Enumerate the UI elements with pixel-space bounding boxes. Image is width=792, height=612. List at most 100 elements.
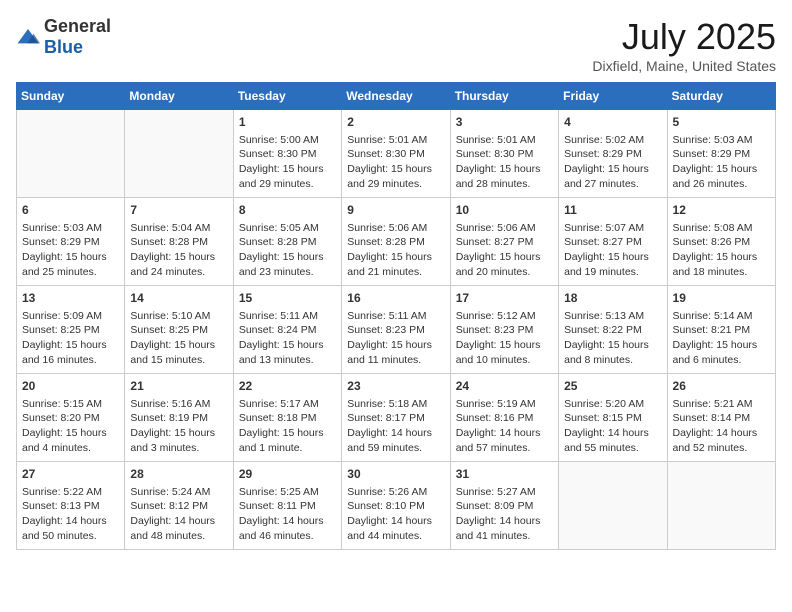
- calendar-cell: 15 Sunrise: 5:11 AM Sunset: 8:24 PM Dayli…: [233, 286, 341, 374]
- day-number: 18: [564, 290, 661, 307]
- day-info: Sunrise: 5:03 AM Sunset: 8:29 PM Dayligh…: [673, 133, 770, 192]
- calendar-cell: 20 Sunrise: 5:15 AM Sunset: 8:20 PM Dayli…: [17, 374, 125, 462]
- day-number: 5: [673, 114, 770, 131]
- day-number: 21: [130, 378, 227, 395]
- day-number: 4: [564, 114, 661, 131]
- calendar-cell: 1 Sunrise: 5:00 AM Sunset: 8:30 PM Daylig…: [233, 110, 341, 198]
- day-info: Sunrise: 5:25 AM Sunset: 8:11 PM Dayligh…: [239, 485, 336, 544]
- logo-blue: Blue: [44, 37, 83, 57]
- day-info: Sunrise: 5:14 AM Sunset: 8:21 PM Dayligh…: [673, 309, 770, 368]
- calendar-cell: 6 Sunrise: 5:03 AM Sunset: 8:29 PM Daylig…: [17, 198, 125, 286]
- title-area: July 2025 Dixfield, Maine, United States: [592, 16, 776, 74]
- day-number: 11: [564, 202, 661, 219]
- day-info: Sunrise: 5:08 AM Sunset: 8:26 PM Dayligh…: [673, 221, 770, 280]
- day-info: Sunrise: 5:02 AM Sunset: 8:29 PM Dayligh…: [564, 133, 661, 192]
- calendar-cell: [667, 462, 775, 550]
- day-number: 27: [22, 466, 119, 483]
- calendar-cell: 13 Sunrise: 5:09 AM Sunset: 8:25 PM Dayli…: [17, 286, 125, 374]
- weekday-header-monday: Monday: [125, 83, 233, 110]
- calendar-cell: 19 Sunrise: 5:14 AM Sunset: 8:21 PM Dayli…: [667, 286, 775, 374]
- calendar-cell: 21Sunrise: 5:16 AM Sunset: 8:19 PM Dayli…: [125, 374, 233, 462]
- day-number: 15: [239, 290, 336, 307]
- day-number: 8: [239, 202, 336, 219]
- calendar-cell: 23 Sunrise: 5:18 AM Sunset: 8:17 PM Dayli…: [342, 374, 450, 462]
- day-info: Sunrise: 5:12 AM Sunset: 8:23 PM Dayligh…: [456, 309, 553, 368]
- day-info: Sunrise: 5:22 AM Sunset: 8:13 PM Dayligh…: [22, 485, 119, 544]
- day-info: Sunrise: 5:04 AM Sunset: 8:28 PM Dayligh…: [130, 221, 227, 280]
- calendar-cell: 5 Sunrise: 5:03 AM Sunset: 8:29 PM Daylig…: [667, 110, 775, 198]
- logo: General Blue: [16, 16, 111, 58]
- day-info: Sunrise: 5:13 AM Sunset: 8:22 PM Dayligh…: [564, 309, 661, 368]
- calendar-header: SundayMondayTuesdayWednesdayThursdayFrid…: [17, 83, 776, 110]
- day-number: 22: [239, 378, 336, 395]
- calendar-cell: 18 Sunrise: 5:13 AM Sunset: 8:22 PM Dayli…: [559, 286, 667, 374]
- calendar-cell: 29 Sunrise: 5:25 AM Sunset: 8:11 PM Dayli…: [233, 462, 341, 550]
- calendar-cell: 16 Sunrise: 5:11 AM Sunset: 8:23 PM Dayli…: [342, 286, 450, 374]
- day-number: 10: [456, 202, 553, 219]
- day-info: Sunrise: 5:06 AM Sunset: 8:27 PM Dayligh…: [456, 221, 553, 280]
- day-number: 25: [564, 378, 661, 395]
- day-number: 1: [239, 114, 336, 131]
- day-info: Sunrise: 5:15 AM Sunset: 8:20 PM Dayligh…: [22, 397, 119, 456]
- day-info: Sunrise: 5:18 AM Sunset: 8:17 PM Dayligh…: [347, 397, 444, 456]
- calendar-cell: [17, 110, 125, 198]
- day-info: Sunrise: 5:24 AM Sunset: 8:12 PM Dayligh…: [130, 485, 227, 544]
- day-info: Sunrise: 5:26 AM Sunset: 8:10 PM Dayligh…: [347, 485, 444, 544]
- day-info: Sunrise: 5:06 AM Sunset: 8:28 PM Dayligh…: [347, 221, 444, 280]
- calendar-cell: 22 Sunrise: 5:17 AM Sunset: 8:18 PM Dayli…: [233, 374, 341, 462]
- calendar-cell: 17Sunrise: 5:12 AM Sunset: 8:23 PM Dayli…: [450, 286, 558, 374]
- day-number: 12: [673, 202, 770, 219]
- day-number: 24: [456, 378, 553, 395]
- calendar-cell: 27 Sunrise: 5:22 AM Sunset: 8:13 PM Dayli…: [17, 462, 125, 550]
- calendar-cell: 31Sunrise: 5:27 AM Sunset: 8:09 PM Dayli…: [450, 462, 558, 550]
- calendar-cell: 7 Sunrise: 5:04 AM Sunset: 8:28 PM Daylig…: [125, 198, 233, 286]
- day-number: 23: [347, 378, 444, 395]
- day-number: 19: [673, 290, 770, 307]
- day-info: Sunrise: 5:01 AM Sunset: 8:30 PM Dayligh…: [456, 133, 553, 192]
- day-number: 2: [347, 114, 444, 131]
- day-info: Sunrise: 5:10 AM Sunset: 8:25 PM Dayligh…: [130, 309, 227, 368]
- day-number: 3: [456, 114, 553, 131]
- day-info: Sunrise: 5:09 AM Sunset: 8:25 PM Dayligh…: [22, 309, 119, 368]
- calendar-cell: 10 Sunrise: 5:06 AM Sunset: 8:27 PM Dayli…: [450, 198, 558, 286]
- day-info: Sunrise: 5:11 AM Sunset: 8:24 PM Dayligh…: [239, 309, 336, 368]
- day-info: Sunrise: 5:17 AM Sunset: 8:18 PM Dayligh…: [239, 397, 336, 456]
- calendar-cell: 30 Sunrise: 5:26 AM Sunset: 8:10 PM Dayli…: [342, 462, 450, 550]
- day-number: 20: [22, 378, 119, 395]
- calendar-cell: 9Sunrise: 5:06 AM Sunset: 8:28 PM Daylig…: [342, 198, 450, 286]
- day-number: 31: [456, 466, 553, 483]
- day-number: 13: [22, 290, 119, 307]
- logo-general: General: [44, 16, 111, 36]
- page-header: General Blue July 2025 Dixfield, Maine, …: [16, 16, 776, 74]
- calendar-cell: 3 Sunrise: 5:01 AM Sunset: 8:30 PM Daylig…: [450, 110, 558, 198]
- calendar-cell: 26 Sunrise: 5:21 AM Sunset: 8:14 PM Dayli…: [667, 374, 775, 462]
- day-info: Sunrise: 5:21 AM Sunset: 8:14 PM Dayligh…: [673, 397, 770, 456]
- calendar-cell: 2 Sunrise: 5:01 AM Sunset: 8:30 PM Daylig…: [342, 110, 450, 198]
- day-number: 26: [673, 378, 770, 395]
- day-info: Sunrise: 5:01 AM Sunset: 8:30 PM Dayligh…: [347, 133, 444, 192]
- day-info: Sunrise: 5:20 AM Sunset: 8:15 PM Dayligh…: [564, 397, 661, 456]
- day-number: 6: [22, 202, 119, 219]
- day-info: Sunrise: 5:05 AM Sunset: 8:28 PM Dayligh…: [239, 221, 336, 280]
- day-info: Sunrise: 5:03 AM Sunset: 8:29 PM Dayligh…: [22, 221, 119, 280]
- day-number: 30: [347, 466, 444, 483]
- calendar-cell: 25 Sunrise: 5:20 AM Sunset: 8:15 PM Dayli…: [559, 374, 667, 462]
- day-number: 7: [130, 202, 227, 219]
- weekday-header-tuesday: Tuesday: [233, 83, 341, 110]
- day-number: 16: [347, 290, 444, 307]
- calendar-cell: [559, 462, 667, 550]
- day-info: Sunrise: 5:11 AM Sunset: 8:23 PM Dayligh…: [347, 309, 444, 368]
- day-info: Sunrise: 5:00 AM Sunset: 8:30 PM Dayligh…: [239, 133, 336, 192]
- weekday-header-thursday: Thursday: [450, 83, 558, 110]
- calendar-cell: 14 Sunrise: 5:10 AM Sunset: 8:25 PM Dayli…: [125, 286, 233, 374]
- day-info: Sunrise: 5:07 AM Sunset: 8:27 PM Dayligh…: [564, 221, 661, 280]
- calendar-cell: 24Sunrise: 5:19 AM Sunset: 8:16 PM Dayli…: [450, 374, 558, 462]
- weekday-header-saturday: Saturday: [667, 83, 775, 110]
- calendar-cell: [125, 110, 233, 198]
- calendar-cell: 11 Sunrise: 5:07 AM Sunset: 8:27 PM Dayli…: [559, 198, 667, 286]
- calendar-cell: 28Sunrise: 5:24 AM Sunset: 8:12 PM Dayli…: [125, 462, 233, 550]
- day-number: 29: [239, 466, 336, 483]
- day-number: 14: [130, 290, 227, 307]
- weekday-header-wednesday: Wednesday: [342, 83, 450, 110]
- logo-icon: [16, 27, 40, 47]
